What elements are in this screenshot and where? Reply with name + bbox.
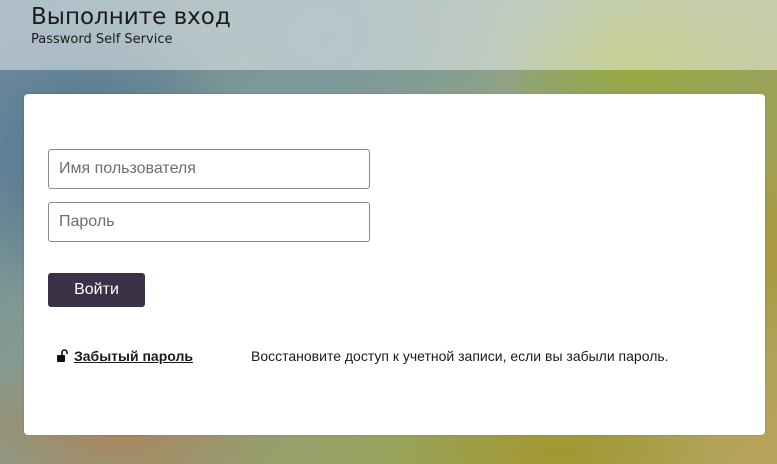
page-title: Выполните вход [31,4,231,30]
app-subtitle: Password Self Service [31,32,173,47]
password-input[interactable] [48,202,370,242]
forgot-password-description: Восстановите доступ к учетной записи, ес… [251,348,669,364]
login-button[interactable]: Войти [48,273,145,307]
forgot-password-row: Забытый пароль [56,346,193,366]
forgot-password-link[interactable]: Забытый пароль [74,348,193,364]
username-input[interactable] [48,149,370,189]
unlock-icon [56,349,70,363]
header: Выполните вход Password Self Service [31,3,231,48]
login-card: Войти Забытый пароль Восстановите доступ… [24,94,765,435]
